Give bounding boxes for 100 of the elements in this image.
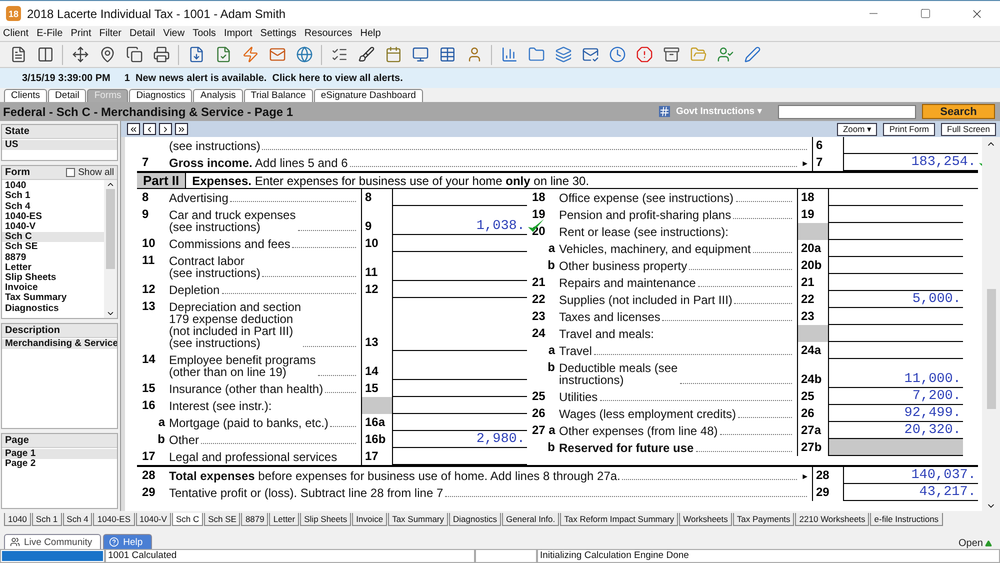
maximize-icon[interactable] <box>920 8 930 19</box>
open-toggle[interactable]: Open <box>958 538 992 549</box>
monitor-icon[interactable] <box>410 44 430 64</box>
list-item[interactable]: Sch 1 <box>2 191 104 202</box>
list-item[interactable]: Sch 4 <box>2 202 104 212</box>
scrollbar-thumb[interactable] <box>106 189 115 270</box>
menu-item[interactable]: E-File <box>36 28 63 39</box>
line-code: 16b <box>361 431 393 448</box>
list-item[interactable]: Letter <box>2 262 104 274</box>
form-tab[interactable]: General Info. <box>502 513 560 526</box>
scrollbar[interactable] <box>104 180 117 318</box>
menu-item[interactable]: Settings <box>260 28 296 39</box>
menu-item[interactable]: Import <box>224 28 252 39</box>
tab[interactable]: eSignature Dashboard <box>314 89 423 102</box>
menu-item[interactable]: Detail <box>130 28 156 39</box>
layers-icon[interactable] <box>553 44 573 64</box>
amount-field[interactable]: 1,038. <box>393 206 527 235</box>
help-icon <box>109 537 120 547</box>
form-tab[interactable]: Sch SE <box>204 513 240 526</box>
form-tab[interactable]: Letter <box>269 513 300 526</box>
list-item[interactable]: Slip Sheets <box>2 273 104 284</box>
amount-field[interactable]: 43,217. <box>844 484 978 501</box>
show-all-checkbox[interactable]: Show all <box>66 167 114 178</box>
line-label: Depletion <box>169 284 220 296</box>
line-label: Other expenses (from line 48) <box>559 424 718 436</box>
list-item[interactable]: Page 1 <box>2 449 117 460</box>
tab[interactable]: Analysis <box>193 89 243 102</box>
menu-item[interactable]: Client <box>3 28 29 39</box>
form-tab[interactable]: e-file Instructions <box>870 513 943 526</box>
scrollbar-thumb[interactable] <box>986 289 996 409</box>
printer-icon[interactable] <box>151 44 171 64</box>
menu-item[interactable]: Tools <box>192 28 216 39</box>
list-item[interactable]: 1040-V <box>2 222 104 232</box>
list-item[interactable]: Sch C <box>2 232 104 242</box>
form-tab[interactable]: 2210 Worksheets <box>795 513 870 526</box>
copy-icon[interactable] <box>124 44 144 64</box>
move-icon[interactable] <box>70 44 90 64</box>
menu-item[interactable]: Help <box>360 28 381 39</box>
panel-tab[interactable]: Live Community <box>4 534 102 549</box>
menu-item[interactable]: View <box>163 28 185 39</box>
list-item[interactable]: 8879 <box>2 252 104 263</box>
line-code: 29 <box>812 484 844 501</box>
line-code: 6 <box>812 137 844 154</box>
amount-field[interactable]: 2,980. <box>393 431 527 448</box>
list-item[interactable]: Tax Summary <box>2 293 104 304</box>
list-item[interactable]: Page 2 <box>2 459 117 470</box>
amount-field[interactable]: 92,499. <box>829 405 963 422</box>
scrollbar[interactable] <box>982 137 1000 511</box>
form-tab[interactable]: Sch 1 <box>32 513 62 526</box>
alert-link[interactable]: 1 New news alert is available. Click here to view all alerts. <box>124 72 403 84</box>
list-item[interactable]: US <box>2 140 117 150</box>
form-tab[interactable]: Diagnostics <box>449 513 501 526</box>
list-item[interactable]: Diagnostics <box>2 304 104 314</box>
archive-icon[interactable] <box>661 44 681 64</box>
form-tab[interactable]: Tax Summary <box>388 513 448 526</box>
list-item[interactable]: 1040-ES <box>2 212 104 222</box>
alert-icon[interactable] <box>634 44 654 64</box>
line-number: 18 <box>531 189 546 206</box>
menu-item[interactable]: Filter <box>99 28 122 39</box>
line-label: Interest (see instr.): <box>169 400 272 412</box>
form-tab[interactable]: Tax Reform Impact Summary <box>560 513 678 526</box>
user-check-icon[interactable] <box>715 44 735 64</box>
list-item[interactable]: Sch SE <box>2 242 104 253</box>
form-tab[interactable]: Invoice <box>352 513 388 526</box>
tab[interactable]: Diagnostics <box>129 89 192 102</box>
line-number: 28 <box>141 467 156 484</box>
tab[interactable]: Detail <box>48 89 86 102</box>
form-tab[interactable]: Slip Sheets <box>300 513 352 526</box>
tab[interactable]: Clients <box>4 89 48 102</box>
toolbar-button[interactable]: Zoom ▾ <box>836 122 878 136</box>
amount-field[interactable]: 5,000. <box>829 291 963 308</box>
menu-item[interactable]: Resources <box>304 28 352 39</box>
panel-tab[interactable]: Help <box>103 534 152 549</box>
list-item[interactable]: Invoice <box>2 283 104 294</box>
amount-field[interactable]: 7,200. <box>829 388 963 405</box>
form-tab[interactable]: Sch 4 <box>62 513 92 526</box>
clock-icon[interactable] <box>607 44 627 64</box>
toolbar-button[interactable]: Full Screen <box>941 122 996 136</box>
line-label: (see instructions) <box>169 140 260 152</box>
form-tab[interactable]: Sch C <box>172 513 204 526</box>
form-tab[interactable]: 1040-V <box>136 513 171 526</box>
brush-icon[interactable] <box>356 44 376 64</box>
amount-field[interactable]: 11,000. <box>829 359 963 388</box>
line-code: 20b <box>797 257 829 274</box>
form-tab[interactable]: 1040 <box>4 513 31 526</box>
search-field[interactable] <box>778 104 916 118</box>
pen-icon[interactable] <box>742 44 762 64</box>
amount-field[interactable]: 140,037. <box>844 467 978 484</box>
search-button[interactable]: Search <box>922 104 995 119</box>
globe-icon[interactable] <box>294 44 314 64</box>
menu-item[interactable]: Print <box>70 28 92 39</box>
list-item[interactable]: 1040 <box>2 181 104 192</box>
form-tab[interactable]: Worksheets <box>679 513 732 526</box>
form-tab[interactable]: 1040-ES <box>93 513 135 526</box>
line-number: 24 <box>531 325 546 342</box>
form-tab[interactable]: Tax Payments <box>732 513 794 526</box>
tab[interactable]: Trial Balance <box>244 89 313 102</box>
amount-field[interactable] <box>829 439 963 456</box>
form-tab[interactable]: 8879 <box>241 513 268 526</box>
toolbar-button[interactable]: Print Form <box>883 122 935 136</box>
